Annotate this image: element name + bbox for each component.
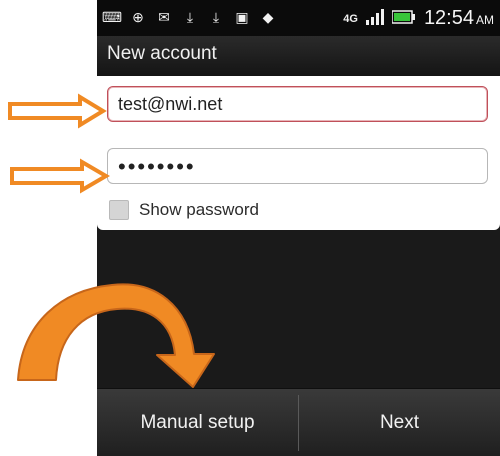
app-icon: ◆: [262, 8, 274, 25]
clock-time: 12:54: [423, 7, 474, 29]
download-icon: ⤓: [186, 8, 194, 25]
image-icon: ▣: [235, 8, 249, 25]
download-arrow-icon: ⊕: [132, 8, 144, 25]
clock: 12:54 AM: [424, 6, 494, 32]
action-bar: New account: [97, 36, 500, 77]
manual-setup-button[interactable]: Manual setup: [97, 389, 298, 456]
next-button[interactable]: Next: [299, 389, 500, 456]
email-field[interactable]: test@nwi.net: [107, 86, 488, 122]
gmail-icon: ✉: [158, 8, 170, 25]
show-password-label: Show password: [139, 200, 260, 219]
password-field[interactable]: ••••••••: [107, 148, 488, 184]
download-icon: ⤓: [212, 8, 220, 25]
arrow-to-email-icon: [8, 93, 107, 129]
notification-icons: ⌨ ⊕ ✉ ⤓ ⤓ ▣ ◆: [101, 8, 277, 26]
arrow-to-password-icon: [10, 158, 110, 194]
keyboard-icon: ⌨: [101, 8, 123, 25]
status-right: 4G 12:54 AM: [343, 6, 494, 32]
signal-icon: [365, 8, 384, 30]
network-type: 4G: [343, 13, 358, 25]
show-password-row[interactable]: Show password: [109, 200, 259, 220]
password-value: ••••••••: [118, 154, 196, 179]
email-value: test@nwi.net: [118, 94, 223, 114]
phone-screen: ⌨ ⊕ ✉ ⤓ ⤓ ▣ ◆ 4G 12:54 AM New account te…: [97, 0, 500, 456]
page-title: New account: [107, 43, 217, 64]
bottom-button-bar: Manual setup Next: [97, 388, 500, 456]
status-bar: ⌨ ⊕ ✉ ⤓ ⤓ ▣ ◆ 4G 12:54 AM: [97, 0, 500, 36]
account-form: test@nwi.net •••••••• Show password: [97, 76, 500, 230]
show-password-checkbox[interactable]: [109, 200, 129, 220]
clock-ampm: AM: [476, 13, 494, 27]
battery-icon: [391, 9, 416, 29]
